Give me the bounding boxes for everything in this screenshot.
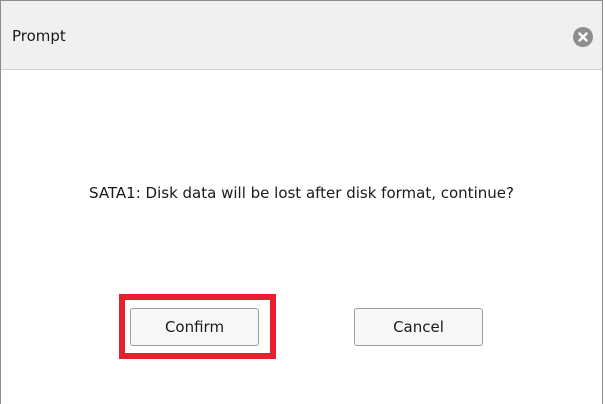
confirm-button[interactable]: Confirm — [130, 308, 259, 346]
close-icon[interactable] — [573, 27, 593, 47]
dialog-message: SATA1: Disk data will be lost after disk… — [89, 184, 514, 202]
dialog-titlebar: Prompt — [1, 1, 602, 70]
cancel-button[interactable]: Cancel — [354, 308, 483, 346]
close-x-glyph — [578, 32, 588, 42]
prompt-dialog: Prompt SATA1: Disk data will be lost aft… — [0, 0, 603, 404]
dialog-title: Prompt — [12, 27, 66, 45]
